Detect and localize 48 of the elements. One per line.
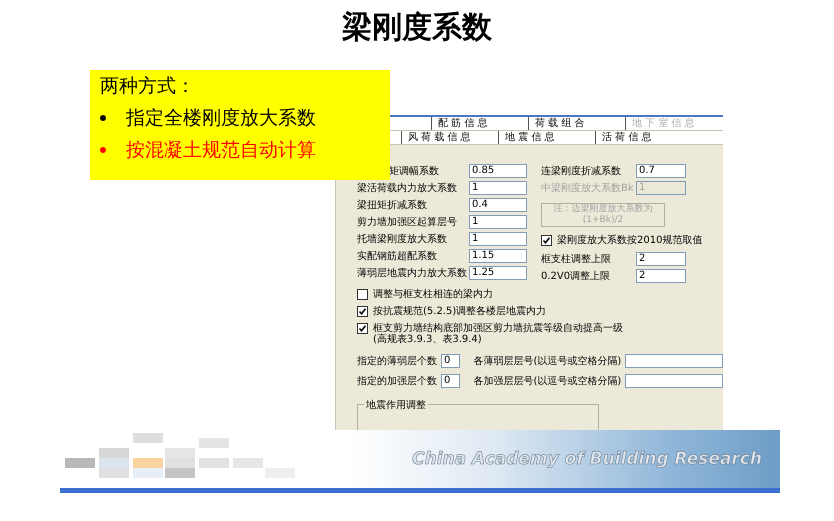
input-field[interactable]: 0 xyxy=(441,354,460,368)
checkbox[interactable] xyxy=(357,289,368,300)
input-field[interactable]: 2 xyxy=(636,268,686,282)
field-label: 矩调幅系数 xyxy=(388,164,439,178)
input-field[interactable]: 1 xyxy=(469,232,527,246)
bullet-text: 按混凝土规范自动计算 xyxy=(126,138,316,163)
input-field[interactable]: 0.7 xyxy=(636,164,686,178)
input-field[interactable]: 2 xyxy=(636,252,686,266)
banner-text: China Academy of Building Research xyxy=(412,449,762,469)
input-field[interactable]: 0 xyxy=(441,374,460,388)
input-field[interactable]: 0.85 xyxy=(469,164,527,178)
tab[interactable]: 配 筋 信 息 xyxy=(431,117,528,130)
field-label: 各加强层层号(以逗号或空格分隔) xyxy=(474,374,622,388)
field-label: 托墙梁刚度放大系数 xyxy=(357,232,447,246)
field-label: 梁扭矩折减系数 xyxy=(357,198,427,212)
checkbox-label: 梁刚度放大系数按2010规范取值 xyxy=(557,235,702,246)
checkbox-label: 调整与框支柱相连的梁内力 xyxy=(373,289,493,300)
field-label: 梁活荷载内力放大系数 xyxy=(357,182,457,194)
tab[interactable]: 地 震 信 息 xyxy=(498,131,595,144)
field-label: 框支柱调整上限 xyxy=(541,252,611,266)
callout-heading: 两种方式： xyxy=(100,74,196,99)
bullet-text: 指定全楼刚度放大系数 xyxy=(126,106,316,131)
input-field[interactable]: 0.4 xyxy=(469,198,527,212)
field-label: 剪力墙加强区起算层号 xyxy=(357,216,457,228)
field-label: 0.2V0调整上限 xyxy=(541,270,610,282)
checkbox[interactable] xyxy=(541,235,552,246)
input-field[interactable]: 1 xyxy=(469,180,527,194)
checkbox[interactable] xyxy=(357,306,368,317)
slide-title: 梁刚度系数 xyxy=(342,9,492,47)
field-label: 中梁刚度放大系数Bk xyxy=(541,182,634,194)
tab[interactable]: 风 荷 载 信 息 xyxy=(401,131,498,144)
input-field[interactable] xyxy=(625,374,723,388)
field-label: 指定的薄弱层个数 xyxy=(357,354,437,368)
field-label: 指定的加强层个数 xyxy=(357,374,437,388)
field-label: 各薄弱层层号(以逗号或空格分隔) xyxy=(474,354,622,368)
field-label: 连梁刚度折减系数 xyxy=(541,164,621,178)
field-label: 薄弱层地震内力放大系数 xyxy=(357,266,467,280)
checkbox[interactable] xyxy=(357,323,368,334)
checkbox-label: 框支剪力墙结构底部加强区剪力墙抗震等级自动提高一级 (高规表3.9.3、表3.9.4) xyxy=(373,323,623,345)
input-field[interactable] xyxy=(625,354,723,368)
checkbox-label: 按抗震规范(5.2.5)调整各楼层地震内力 xyxy=(373,306,546,317)
group-title: 地震作用调整 xyxy=(364,398,428,412)
tab[interactable]: 荷 载 组 合 xyxy=(528,117,625,130)
tab[interactable]: 活 荷 信 息 xyxy=(595,131,692,144)
input-field[interactable]: 1 xyxy=(469,214,527,228)
input-field[interactable]: 1.25 xyxy=(469,266,527,280)
field-label: 实配钢筋超配系数 xyxy=(357,250,437,262)
input-field[interactable]: 1.15 xyxy=(469,248,527,262)
